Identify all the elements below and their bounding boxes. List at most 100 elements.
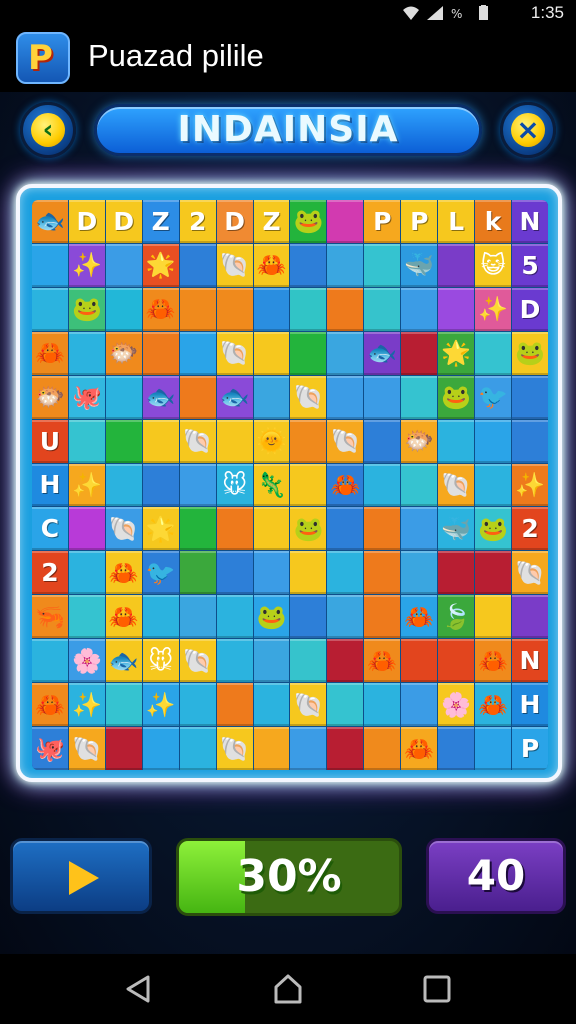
board-cell[interactable]	[290, 243, 327, 287]
board-cell[interactable]	[142, 331, 179, 375]
board-cell[interactable]	[364, 419, 401, 463]
board-cell[interactable]: ✨	[68, 463, 105, 507]
board-cell[interactable]	[327, 507, 364, 551]
board-cell[interactable]	[68, 331, 105, 375]
board-cell[interactable]: 🐦	[475, 375, 512, 419]
board-cell[interactable]	[142, 463, 179, 507]
board-cell[interactable]	[475, 331, 512, 375]
board-cell[interactable]	[438, 551, 475, 595]
board-cell[interactable]	[179, 551, 216, 595]
board-cell[interactable]: 🐟	[364, 331, 401, 375]
board-cell[interactable]: 🐳	[401, 243, 438, 287]
board-cell[interactable]	[475, 551, 512, 595]
board-cell[interactable]: 🦎	[253, 463, 290, 507]
board-cell[interactable]: k	[475, 200, 512, 243]
board-cell[interactable]	[401, 331, 438, 375]
board-cell[interactable]	[438, 639, 475, 683]
board-cell[interactable]: 🐚	[216, 331, 253, 375]
board-cell[interactable]: 🐭	[216, 463, 253, 507]
board-cell[interactable]	[401, 683, 438, 727]
board-cell[interactable]: 🐚	[68, 727, 105, 770]
board-cell[interactable]	[216, 639, 253, 683]
board-cell[interactable]: 🌸	[68, 639, 105, 683]
board-cell[interactable]: 🦀	[105, 551, 142, 595]
board-cell[interactable]	[68, 551, 105, 595]
board-cell[interactable]: C	[32, 507, 68, 551]
board-cell[interactable]	[216, 683, 253, 727]
board-cell[interactable]	[105, 463, 142, 507]
recents-square-icon[interactable]	[420, 972, 454, 1006]
board-cell[interactable]: ✨	[68, 243, 105, 287]
board-cell[interactable]: 🐙	[68, 375, 105, 419]
board-cell[interactable]	[105, 727, 142, 770]
board-cell[interactable]: D	[216, 200, 253, 243]
board-cell[interactable]: 🦀	[475, 683, 512, 727]
board-cell[interactable]: 🦀	[475, 639, 512, 683]
board-cell[interactable]	[327, 200, 364, 243]
back-triangle-icon[interactable]	[122, 972, 156, 1006]
board-cell[interactable]	[438, 727, 475, 770]
board-cell[interactable]: 2	[32, 551, 68, 595]
board-cell[interactable]	[364, 595, 401, 639]
board-cell[interactable]: 🦀	[142, 287, 179, 331]
board-cell[interactable]: 🐳	[438, 507, 475, 551]
board-cell[interactable]	[327, 727, 364, 770]
board-cell[interactable]: H	[32, 463, 68, 507]
board-cell[interactable]: ✨	[475, 287, 512, 331]
board-cell[interactable]	[327, 375, 364, 419]
board-cell[interactable]	[512, 375, 548, 419]
board-cell[interactable]	[253, 331, 290, 375]
board-cell[interactable]	[290, 595, 327, 639]
board-cell[interactable]: 🦀	[32, 331, 68, 375]
board-cell[interactable]: 🐡	[32, 375, 68, 419]
board-cell[interactable]	[290, 551, 327, 595]
board-cell[interactable]	[475, 595, 512, 639]
board-cell[interactable]	[364, 287, 401, 331]
board-cell[interactable]: L	[438, 200, 475, 243]
board-cell[interactable]	[216, 287, 253, 331]
board-cell[interactable]	[401, 551, 438, 595]
board-cell[interactable]: 5	[512, 243, 548, 287]
board-cell[interactable]	[401, 287, 438, 331]
board-cell[interactable]	[253, 375, 290, 419]
board-cell[interactable]	[290, 331, 327, 375]
board-cell[interactable]: Z	[142, 200, 179, 243]
board-cell[interactable]: 🐚	[179, 419, 216, 463]
board-cell[interactable]	[475, 463, 512, 507]
board-cell[interactable]	[364, 507, 401, 551]
board-cell[interactable]	[253, 683, 290, 727]
board-cell[interactable]	[364, 463, 401, 507]
board-cell[interactable]: D	[105, 200, 142, 243]
board-cell[interactable]	[179, 287, 216, 331]
back-button[interactable]: ‹	[20, 102, 76, 158]
board-cell[interactable]	[216, 595, 253, 639]
board-cell[interactable]: Z	[253, 200, 290, 243]
board-cell[interactable]	[290, 639, 327, 683]
board-cell[interactable]	[68, 595, 105, 639]
board-cell[interactable]: 🦀	[364, 639, 401, 683]
board-cell[interactable]	[401, 507, 438, 551]
board-cell[interactable]	[179, 375, 216, 419]
board-cell[interactable]	[179, 507, 216, 551]
board-cell[interactable]: 🐚	[327, 419, 364, 463]
board-cell[interactable]: D	[68, 200, 105, 243]
board-cell[interactable]: 🐚	[105, 507, 142, 551]
board-cell[interactable]	[290, 419, 327, 463]
board-cell[interactable]: ✨	[512, 463, 548, 507]
board-cell[interactable]	[401, 639, 438, 683]
board-cell[interactable]	[327, 331, 364, 375]
board-cell[interactable]	[475, 727, 512, 770]
board-cell[interactable]: 🐸	[68, 287, 105, 331]
board-cell[interactable]: 🐟	[105, 639, 142, 683]
board-cell[interactable]: 🦀	[401, 595, 438, 639]
board-cell[interactable]	[68, 507, 105, 551]
board-cell[interactable]: 🦀	[105, 595, 142, 639]
board-cell[interactable]	[290, 287, 327, 331]
board-cell[interactable]: P	[512, 727, 548, 770]
board-cell[interactable]	[32, 639, 68, 683]
board-cell[interactable]	[216, 507, 253, 551]
board-cell[interactable]	[364, 551, 401, 595]
board-cell[interactable]	[142, 419, 179, 463]
board-cell[interactable]	[512, 419, 548, 463]
board-cell[interactable]	[253, 551, 290, 595]
